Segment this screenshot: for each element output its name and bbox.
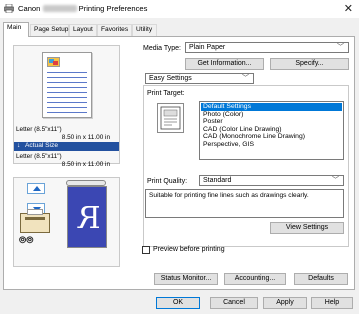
tab-page-setup[interactable]: Page Setup [30, 24, 69, 36]
feed-up-icon [27, 183, 45, 194]
print-quality-label: Print Quality: [147, 178, 188, 185]
preview-before-printing-label: Preview before printing [153, 246, 225, 253]
cancel-button[interactable]: Cancel [210, 297, 258, 309]
close-button[interactable]: ✕ [344, 2, 353, 15]
chevron-down-icon: ﹀ [332, 177, 339, 184]
preview-before-printing-checkbox[interactable] [142, 246, 150, 254]
paper-preview [42, 52, 92, 118]
redacted-model-name [42, 5, 77, 12]
list-item[interactable]: Photo (Color) [201, 111, 342, 119]
description-box: Suitable for printing fine lines such as… [145, 189, 344, 218]
list-item[interactable]: CAD (Color Line Drawing) [201, 126, 342, 134]
printer-app-icon [4, 4, 14, 13]
help-button[interactable]: Help [311, 297, 353, 309]
view-settings-button[interactable]: View Settings [270, 222, 344, 234]
chevron-down-icon: ﹀ [242, 75, 249, 82]
ok-button[interactable]: OK [156, 297, 200, 309]
document-preview-icon [157, 103, 184, 133]
window-title-suffix: Printing Preferences [78, 4, 148, 13]
specify-button[interactable]: Specify... [270, 58, 349, 70]
media-type-dropdown[interactable]: Plain Paper ﹀ [185, 42, 349, 53]
media-type-label: Media Type: [143, 45, 182, 52]
print-target-label: Print Target: [147, 90, 185, 97]
tab-utility[interactable]: Utility [132, 24, 157, 36]
settings-mode-value: Easy Settings [149, 75, 192, 82]
actual-size-bar: ↓ Actual Size [14, 142, 119, 151]
get-information-button[interactable]: Get Information... [185, 58, 264, 70]
list-item[interactable]: Poster [201, 118, 342, 126]
window-title: Canon Printing Preferences [18, 4, 147, 13]
title-bar: Canon Printing Preferences ✕ [0, 0, 359, 18]
image-thumbnail-icon [47, 57, 60, 67]
tab-favorites[interactable]: Favorites [97, 24, 132, 36]
print-quality-value: Standard [203, 177, 232, 184]
tab-layout[interactable]: Layout [69, 24, 97, 36]
status-monitor-button[interactable]: Status Monitor... [154, 273, 218, 285]
list-item[interactable]: Perspective, GIS [201, 141, 342, 149]
down-arrow-icon: ↓ [17, 142, 21, 149]
paper-dim-label-1: 8.50 in x 11.00 in [61, 134, 110, 141]
mirrored-output-preview: R [67, 186, 107, 248]
media-type-value: Plain Paper [189, 44, 226, 51]
print-quality-dropdown[interactable]: Standard ﹀ [199, 175, 344, 186]
defaults-button[interactable]: Defaults [294, 273, 348, 285]
list-item[interactable]: CAD (Monochrome Line Drawing) [201, 133, 342, 141]
window-title-prefix: Canon [18, 4, 41, 13]
printer-icon [20, 209, 50, 233]
mirror-letter: R [78, 201, 101, 236]
actual-size-label: Actual Size [25, 142, 58, 149]
roll-holder-icon: ⦾⦾ [19, 235, 34, 245]
settings-mode-dropdown[interactable]: Easy Settings ﹀ [145, 73, 254, 84]
list-item[interactable]: Default Settings [201, 103, 342, 111]
chevron-down-icon: ﹀ [337, 44, 344, 51]
paper-dim-label-2: 8.50 in x 11.00 in [61, 161, 110, 168]
print-target-list[interactable]: Default Settings Photo (Color) Poster CA… [199, 101, 344, 160]
paper-size-label-1: Letter (8.5"x11") [16, 126, 62, 133]
accounting-button[interactable]: Accounting... [224, 273, 286, 285]
drawing-thumbnail-icon [160, 106, 181, 130]
paper-size-label-2: Letter (8.5"x11") [16, 153, 62, 160]
apply-button[interactable]: Apply [263, 297, 307, 309]
tab-main[interactable]: Main [3, 22, 29, 37]
